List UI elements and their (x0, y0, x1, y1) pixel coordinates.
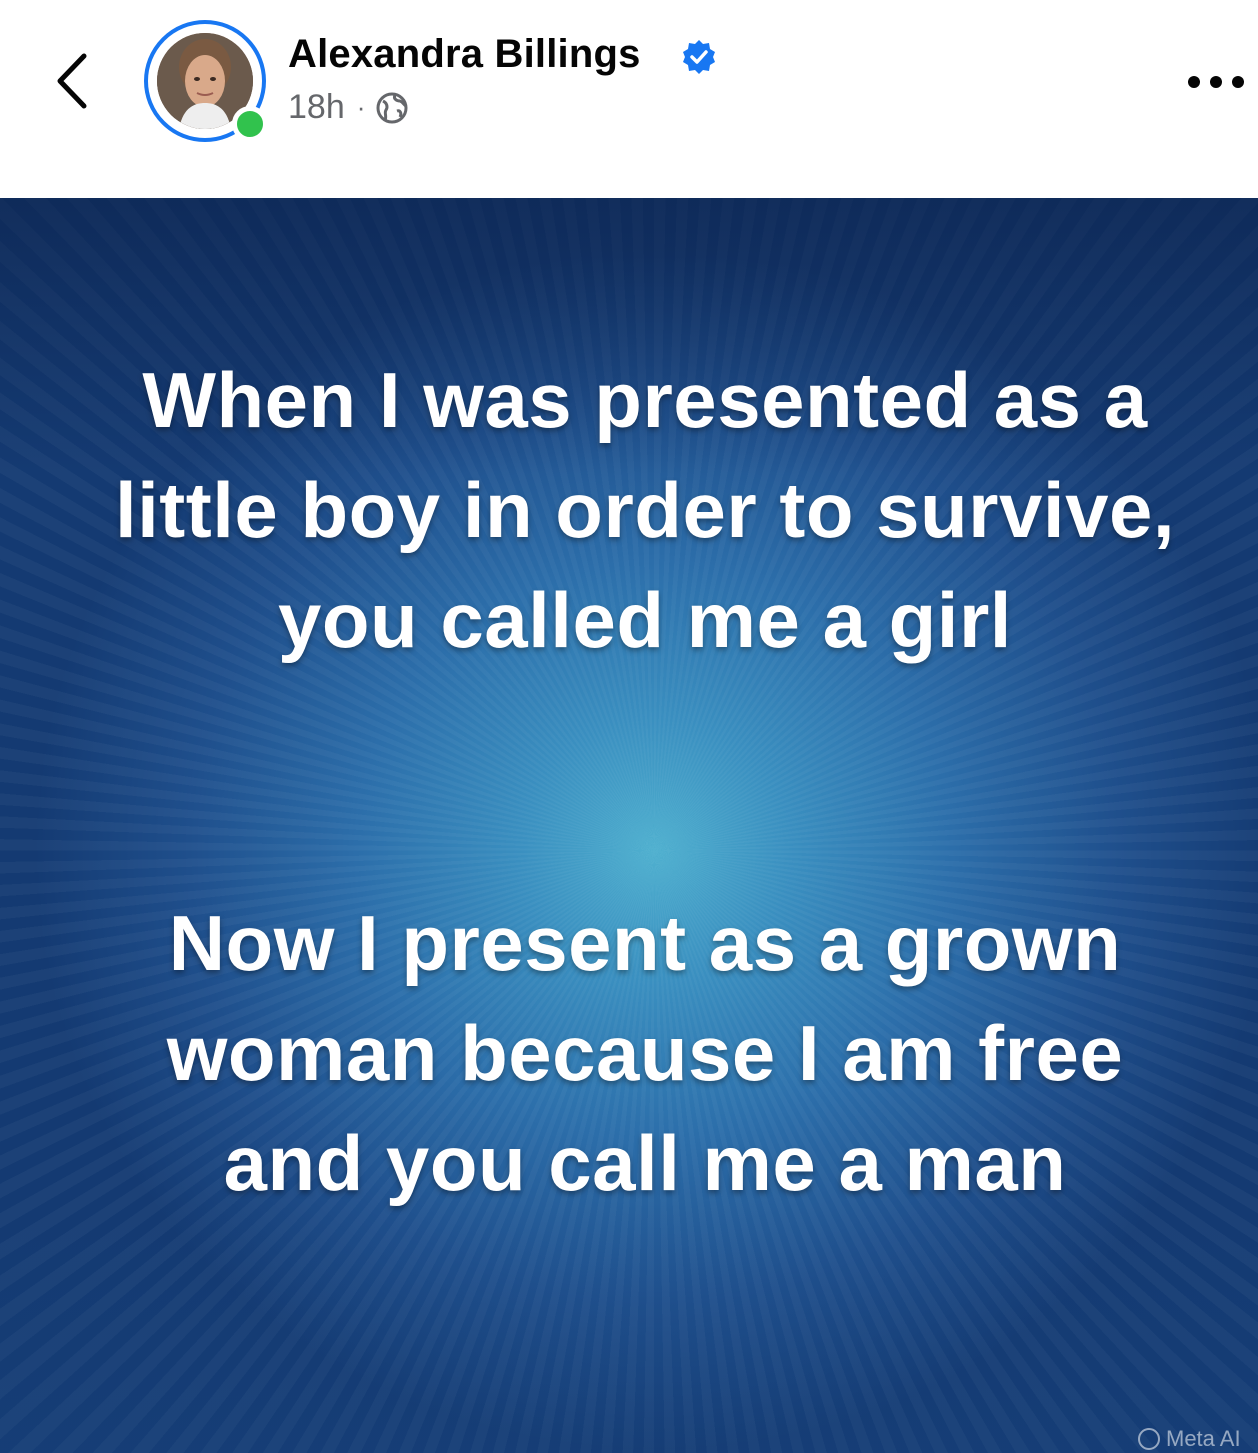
post-header: Alexandra Billings 18h · (0, 0, 1258, 198)
online-status-indicator (232, 106, 268, 142)
post-timestamp[interactable]: 18h (288, 88, 345, 127)
verified-badge-icon (683, 40, 715, 74)
post-meta: 18h · (288, 88, 409, 127)
meta-ai-label: Meta AI (1166, 1426, 1241, 1451)
meta-ai-watermark: Meta AI (1138, 1426, 1241, 1452)
globe-icon[interactable] (375, 91, 409, 125)
more-options-button[interactable] (1185, 70, 1247, 94)
chevron-left-icon (57, 53, 87, 109)
back-button[interactable] (48, 46, 98, 116)
post-text-paragraph-1: When I was presented as a little boy in … (114, 356, 1176, 664)
post-text-paragraph-2: Now I present as a grown woman because I… (166, 899, 1124, 1207)
author-avatar-button[interactable] (144, 20, 268, 142)
meta-ai-icon (1138, 1428, 1160, 1450)
post-view: Alexandra Billings 18h · When I was pres… (0, 0, 1258, 1453)
meta-separator: · (356, 92, 366, 122)
more-horizontal-icon (1188, 76, 1244, 88)
author-name-link[interactable]: Alexandra Billings (288, 32, 641, 77)
